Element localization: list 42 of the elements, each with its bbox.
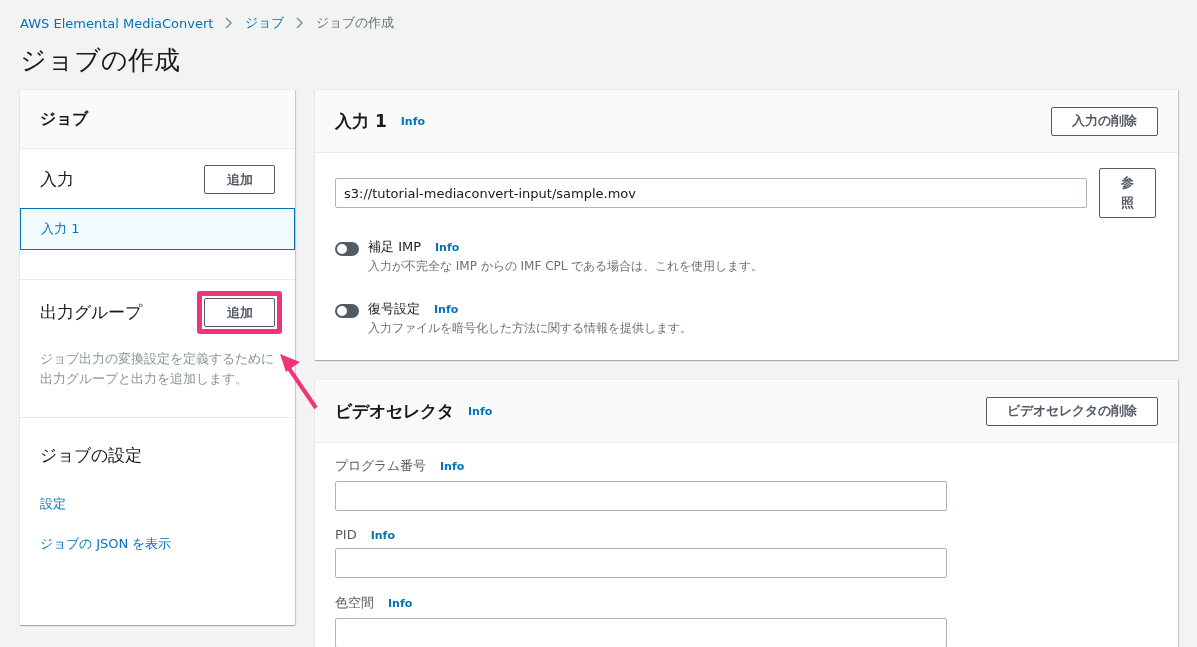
info-link[interactable]: Info	[388, 597, 413, 610]
file-path-field[interactable]: s3://tutorial-mediaconvert-input/sample.mov	[335, 178, 1087, 208]
settings-link[interactable]: 設定	[40, 495, 66, 513]
delete-input-button[interactable]: 入力の削除	[1051, 106, 1158, 136]
input-nav-item[interactable]: 入力 1	[20, 208, 295, 250]
page-title: ジョブの作成	[19, 44, 181, 77]
section-title: 出力グループ	[40, 301, 142, 324]
breadcrumb-current: ジョブの作成	[316, 14, 395, 32]
section-title: 入力	[40, 168, 74, 191]
field-label: 色空間	[335, 594, 374, 612]
chevron-right-icon	[225, 17, 234, 29]
settings-link[interactable]: ジョブの JSON を表示	[40, 535, 172, 553]
info-link[interactable]: Info	[468, 404, 493, 418]
info-link[interactable]: Info	[400, 114, 426, 128]
text-field[interactable]	[335, 548, 947, 578]
field-label: プログラム番号	[335, 457, 426, 475]
panel-title: ビデオセレクタ	[335, 399, 454, 423]
toggle-description: 入力ファイルを暗号化した方法に関する情報を提供します。	[368, 320, 692, 336]
add-button[interactable]: 追加	[204, 298, 275, 327]
chevron-right-icon	[296, 17, 305, 29]
sidebar-title: ジョブ	[40, 108, 88, 130]
info-link[interactable]: Info	[434, 303, 459, 316]
add-button[interactable]: 追加	[204, 165, 275, 194]
section-title: ジョブの設定	[40, 444, 143, 467]
section-description: ジョブ出力の変換設定を定義するために出力グループと出力を追加します。	[40, 350, 275, 388]
text-field[interactable]	[335, 618, 947, 647]
delete-video-selector-button[interactable]: ビデオセレクタの削除	[986, 396, 1158, 426]
panel-title: 入力 1	[335, 109, 387, 133]
toggle-switch[interactable]	[335, 304, 359, 318]
text-field[interactable]	[335, 481, 947, 511]
info-link[interactable]: Info	[435, 241, 460, 254]
toggle-label: 補足 IMP	[368, 238, 422, 256]
toggle-switch[interactable]	[335, 242, 359, 256]
breadcrumb-link[interactable]: AWS Elemental MediaConvert	[20, 15, 214, 31]
breadcrumb-link[interactable]: ジョブ	[245, 14, 285, 32]
pointer-arrow-icon	[278, 352, 318, 410]
info-link[interactable]: Info	[370, 529, 395, 542]
browse-button[interactable]: 参照	[1099, 168, 1156, 218]
toggle-label: 復号設定	[368, 300, 420, 318]
info-link[interactable]: Info	[440, 460, 465, 473]
toggle-description: 入力が不完全な IMP からの IMF CPL である場合は、これを使用します。	[368, 258, 764, 274]
field-label: PID	[335, 527, 357, 542]
